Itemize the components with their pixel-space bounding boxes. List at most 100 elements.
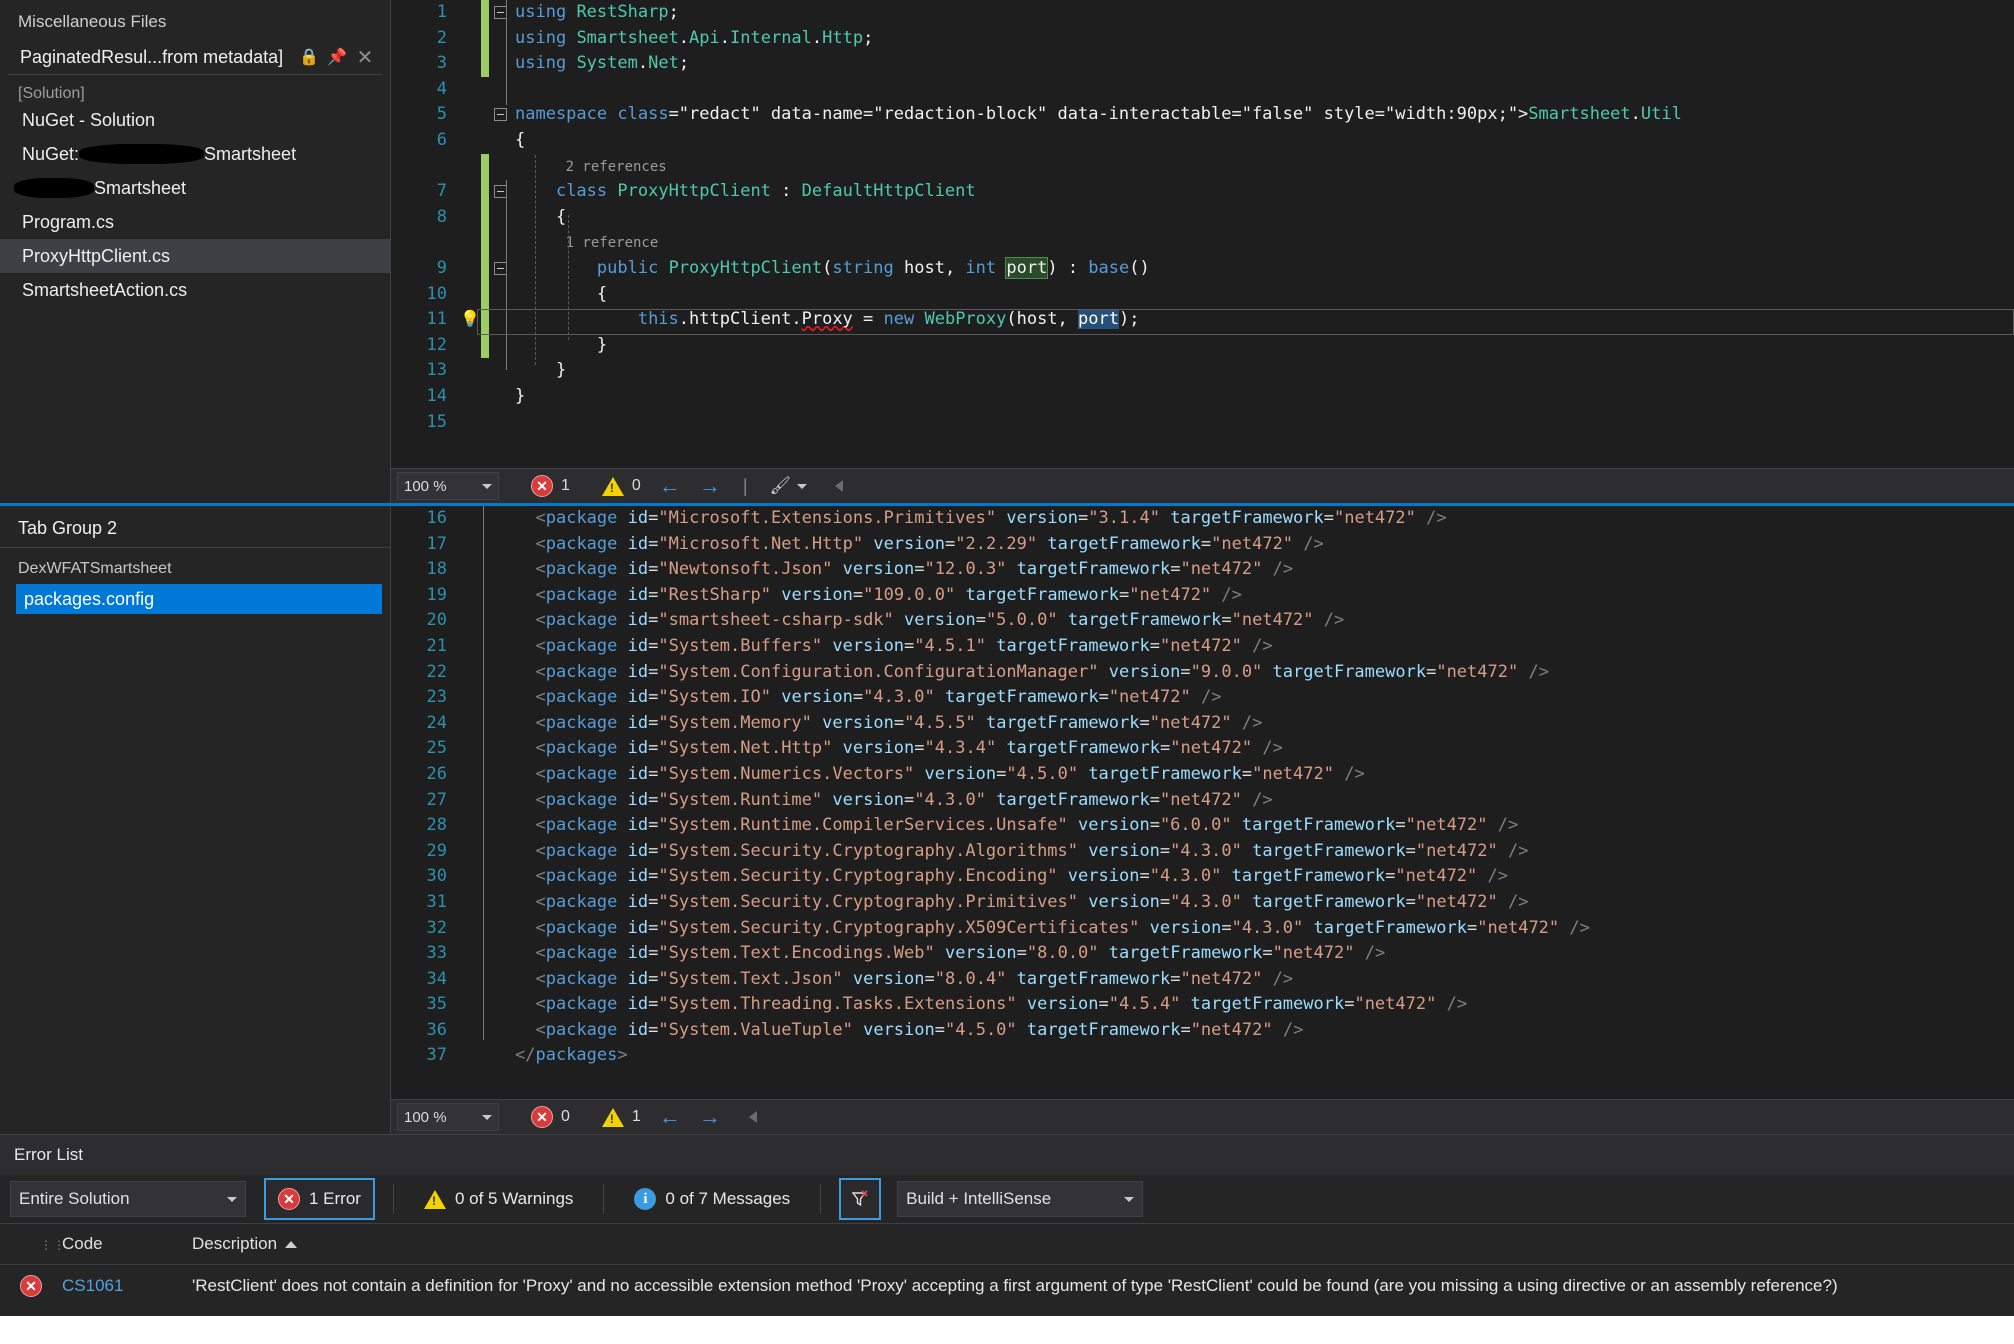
close-icon[interactable]: ✕ — [354, 46, 376, 69]
sidebar-item-nuget-solution[interactable]: NuGet - Solution — [0, 103, 390, 137]
xml-error-indicator[interactable]: ✕ 0 — [531, 1106, 570, 1128]
code-text: <package id="System.Text.Encodings.Web" … — [535, 943, 1386, 964]
csharp-warning-indicator[interactable]: 0 — [601, 476, 641, 496]
code-line[interactable]: 24 <package id="System.Memory" version="… — [391, 711, 2014, 737]
code-line[interactable]: 3 using System.Net; — [391, 51, 2014, 77]
navigate-forward-icon[interactable]: → — [699, 473, 721, 499]
row-error-code[interactable]: CS1061 — [62, 1276, 192, 1296]
warnings-filter-button[interactable]: 0 of 5 Warnings — [412, 1180, 585, 1218]
errors-filter-button[interactable]: ✕ 1 Error — [264, 1178, 375, 1220]
collapse-left-icon[interactable] — [748, 1111, 757, 1123]
code-lens-label[interactable]: 1 reference — [515, 235, 659, 251]
code-lens-label[interactable]: 2 references — [515, 159, 667, 175]
messages-filter-button[interactable]: i 0 of 7 Messages — [622, 1180, 802, 1218]
code-line[interactable]: 1 using RestSharp; — [391, 0, 2014, 26]
code-line[interactable]: 30 <package id="System.Security.Cryptogr… — [391, 864, 2014, 890]
errors-filter-label: 1 Error — [309, 1189, 361, 1208]
code-lens-row[interactable]: 2 references — [391, 153, 2014, 180]
csharp-code-surface[interactable]: 1 using RestSharp; 2 using Smartsheet.Api.I… — [391, 0, 2014, 468]
code-line[interactable]: 9 public ProxyHttpClient(string host, in… — [391, 255, 2014, 282]
code-line[interactable]: 28 <package id="System.Runtime.CompilerS… — [391, 813, 2014, 839]
code-line[interactable]: 37 </packages> — [391, 1043, 2014, 1069]
code-line[interactable]: 25 <package id="System.Net.Http" version… — [391, 736, 2014, 762]
code-line[interactable]: 36 <package id="System.ValueTuple" versi… — [391, 1018, 2014, 1044]
code-line[interactable]: 18 <package id="Newtonsoft.Json" version… — [391, 557, 2014, 583]
sidebar-item-label: SmartsheetAction.cs — [22, 280, 188, 300]
xml-warning-indicator[interactable]: 1 — [601, 1107, 641, 1127]
filter-clear-icon[interactable] — [839, 1178, 882, 1220]
code-text: <package id="System.Memory" version="4.5… — [535, 712, 1263, 733]
code-line[interactable]: 35 <package id="System.Threading.Tasks.E… — [391, 992, 2014, 1018]
warning-icon — [601, 476, 624, 496]
code-line[interactable]: 26 <package id="System.Numerics.Vectors"… — [391, 762, 2014, 788]
navigate-back-icon[interactable]: ← — [659, 473, 681, 499]
taskbar — [0, 1316, 2014, 1344]
lightbulb-icon[interactable]: 💡 — [460, 310, 480, 328]
zoom-level-dropdown[interactable]: 100 % — [397, 472, 499, 500]
code-lens-row[interactable]: 1 reference — [391, 230, 2014, 256]
code-text: } — [515, 385, 526, 406]
build-filter-dropdown[interactable]: Build + IntelliSense — [897, 1181, 1144, 1217]
code-line[interactable]: 34 <package id="System.Text.Json" versio… — [391, 967, 2014, 993]
brush-icon[interactable]: 🖌 — [770, 476, 808, 496]
code-line[interactable]: 8 { — [391, 204, 2014, 231]
code-line[interactable]: 17 <package id="Microsoft.Net.Http" vers… — [391, 532, 2014, 558]
code-line[interactable]: 16 <package id="Microsoft.Extensions.Pri… — [391, 506, 2014, 532]
sidebar-item-project-smartsheet[interactable]: Smartsheet — [0, 171, 390, 205]
code-line[interactable]: 15 — [391, 410, 2014, 436]
line-number: 25 — [426, 738, 447, 759]
code-line[interactable]: 19 <package id="RestSharp" version="109.… — [391, 583, 2014, 609]
line-number: 31 — [426, 891, 447, 912]
code-text: </packages> — [515, 1045, 628, 1066]
code-line[interactable]: 2 using Smartsheet.Api.Internal.Http; — [391, 25, 2014, 52]
code-line[interactable]: 12 } — [391, 332, 2014, 359]
code-line[interactable]: 14} — [391, 384, 2014, 410]
navigate-forward-icon[interactable]: → — [699, 1104, 721, 1130]
document-tab-paginated-result[interactable]: PaginatedResul...from metadata] 🔒 📌 ✕ — [8, 40, 382, 75]
code-line[interactable]: 32 <package id="System.Security.Cryptogr… — [391, 916, 2014, 942]
code-text: using Smartsheet.Api.Internal.Http; — [515, 27, 874, 48]
column-header-code[interactable]: Code — [62, 1234, 192, 1254]
line-number: 36 — [426, 1019, 447, 1040]
code-line[interactable]: 13 } — [391, 358, 2014, 384]
code-line[interactable]: 33 <package id="System.Text.Encodings.We… — [391, 941, 2014, 967]
error-list-header-row: ⋮⋮ Code Description — [0, 1223, 2014, 1265]
xml-code-surface[interactable]: 16 <package id="Microsoft.Extensions.Pri… — [391, 506, 2014, 1099]
code-line[interactable]: 20 <package id="smartsheet-csharp-sdk" v… — [391, 608, 2014, 634]
line-number: 10 — [426, 283, 447, 304]
code-line[interactable]: 11 💡 this.httpClient.Proxy = new WebProxy… — [391, 307, 2014, 333]
sidebar-item-nuget-smartsheet[interactable]: NuGet: Smartsheet — [0, 137, 390, 171]
collapse-left-icon[interactable] — [835, 480, 844, 492]
change-indicator — [481, 25, 489, 52]
sidebar-item-proxyhttpclient-cs[interactable]: ProxyHttpClient.cs — [0, 239, 390, 273]
scope-dropdown[interactable]: Entire Solution — [10, 1181, 246, 1217]
code-line[interactable]: 7 class ProxyHttpClient : DefaultHttpCli… — [391, 179, 2014, 205]
collapse-icon[interactable] — [494, 108, 507, 122]
line-number: 35 — [426, 994, 447, 1015]
code-line[interactable]: 29 <package id="System.Security.Cryptogr… — [391, 839, 2014, 865]
line-number: 18 — [426, 559, 447, 580]
error-list-toolbar: Entire Solution ✕ 1 Error 0 of 5 Warning… — [0, 1175, 2014, 1223]
column-grip[interactable]: ⋮⋮ — [0, 1234, 65, 1254]
navigate-back-icon[interactable]: ← — [659, 1104, 681, 1130]
code-line[interactable]: 6{ — [391, 128, 2014, 154]
code-line[interactable]: 23 <package id="System.IO" version="4.3.… — [391, 685, 2014, 711]
sidebar-item-program-cs[interactable]: Program.cs — [0, 205, 390, 239]
column-header-description[interactable]: Description — [192, 1234, 2014, 1254]
code-line[interactable]: 22 <package id="System.Configuration.Con… — [391, 660, 2014, 686]
line-number: 21 — [426, 635, 447, 656]
table-row[interactable]: ✕ CS1061 'RestClient' does not contain a… — [0, 1265, 2014, 1307]
code-line[interactable]: 27 <package id="System.Runtime" version=… — [391, 788, 2014, 814]
tab-group-2-file-packages-config[interactable]: packages.config — [16, 584, 382, 614]
sidebar-item-smartsheetaction-cs[interactable]: SmartsheetAction.cs — [0, 273, 390, 307]
pin-icon[interactable]: 📌 — [326, 46, 348, 68]
csharp-error-indicator[interactable]: ✕ 1 — [531, 475, 570, 497]
code-line[interactable]: 4 — [391, 77, 2014, 103]
zoom-level-dropdown[interactable]: 100 % — [397, 1103, 499, 1131]
change-indicator — [481, 410, 489, 436]
code-line[interactable]: 10 { — [391, 281, 2014, 308]
redaction-block — [14, 178, 94, 199]
code-line[interactable]: 31 <package id="System.Security.Cryptogr… — [391, 890, 2014, 916]
code-line[interactable]: 5 namespace class="redact" data-name="red… — [391, 102, 2014, 128]
code-line[interactable]: 21 <package id="System.Buffers" version=… — [391, 634, 2014, 660]
